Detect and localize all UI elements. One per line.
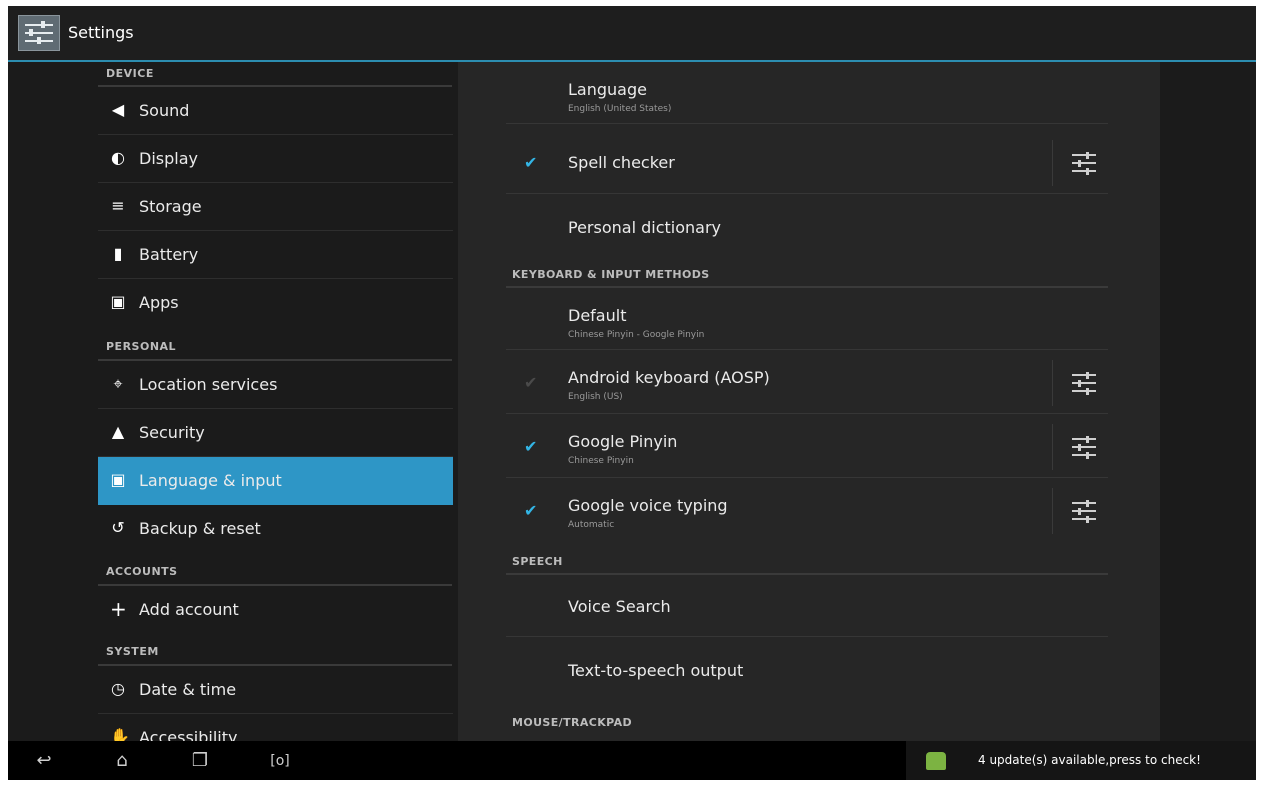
- home-icon[interactable]: ⌂: [104, 749, 140, 773]
- check-icon[interactable]: ✔: [524, 502, 542, 520]
- settings-tune-icon[interactable]: [1072, 152, 1096, 175]
- keyboard-input-methods-header: KEYBOARD & INPUT METHODS: [512, 268, 710, 281]
- sidebar-item-label: Add account: [139, 600, 239, 619]
- sidebar-item-label: Backup & reset: [139, 519, 261, 538]
- row-title: Google Pinyin: [568, 432, 678, 451]
- sidebar-item-storage[interactable]: ≡ Storage: [98, 183, 453, 231]
- row-divider: [506, 477, 1108, 478]
- row-title: Spell checker: [568, 153, 675, 172]
- location-icon: ⌖: [113, 374, 123, 393]
- language-icon: ▣: [110, 470, 126, 489]
- apps-icon: ▣: [110, 292, 126, 311]
- sidebar-item-language-input[interactable]: ▣ Language & input: [98, 457, 453, 505]
- check-icon[interactable]: ✔: [524, 154, 542, 172]
- check-icon: ✔: [524, 373, 538, 392]
- sidebar-item-location[interactable]: ⌖ Location services: [98, 361, 453, 409]
- row-summary: Chinese Pinyin - Google Pinyin: [568, 330, 705, 340]
- row-summary: English (United States): [568, 104, 672, 114]
- battery-icon: ▮: [113, 244, 123, 263]
- row-title: Google voice typing: [568, 496, 728, 515]
- sidebar-item-label: Display: [139, 149, 198, 168]
- row-divider: [506, 193, 1108, 194]
- row-summary: English (US): [568, 392, 623, 402]
- check-icon[interactable]: ✔: [524, 438, 542, 456]
- sidebar-item-date-time[interactable]: ◷ Date & time: [98, 666, 453, 714]
- row-title: Default: [568, 306, 627, 325]
- sidebar-item-label: Battery: [139, 245, 199, 264]
- settings-tune-icon[interactable]: [1072, 372, 1096, 395]
- action-bar-title: Settings: [68, 23, 134, 42]
- update-app-icon: [926, 752, 946, 770]
- spell-checker-row[interactable]: ✔ Spell checker: [506, 132, 1108, 194]
- language-row[interactable]: Language English (United States): [506, 62, 1108, 124]
- system-nav-bar: ↩ ⌂ ❐ [o] 4 update(s) available,press to…: [8, 741, 1256, 780]
- category-personal: PERSONAL: [106, 340, 177, 353]
- google-pinyin-row[interactable]: ✔ Google Pinyin Chinese Pinyin: [506, 416, 1108, 478]
- category-device: DEVICE: [106, 67, 154, 80]
- personal-dictionary-row[interactable]: Personal dictionary: [506, 196, 1108, 258]
- row-title: Language: [568, 80, 647, 99]
- update-notification[interactable]: 4 update(s) available,press to check!: [906, 741, 1256, 780]
- sidebar-item-label: Date & time: [139, 680, 237, 699]
- backup-icon: ↺: [111, 518, 125, 537]
- brightness-icon: ◐: [111, 148, 125, 167]
- sidebar-item-sound[interactable]: ◀ Sound: [98, 87, 453, 135]
- row-title: Voice Search: [568, 597, 671, 616]
- row-title: Personal dictionary: [568, 218, 721, 237]
- default-keyboard-row[interactable]: Default Chinese Pinyin - Google Pinyin: [506, 288, 1108, 350]
- row-separator: [1052, 360, 1053, 406]
- sidebar-item-label: Security: [139, 423, 205, 442]
- row-divider: [506, 636, 1108, 637]
- row-summary: Automatic: [568, 520, 615, 530]
- storage-icon: ≡: [111, 196, 125, 215]
- sidebar-item-label: Sound: [139, 101, 190, 120]
- speech-header: SPEECH: [512, 555, 563, 568]
- plus-icon: +: [110, 597, 127, 621]
- screenshot-icon[interactable]: [o]: [262, 749, 298, 773]
- back-icon[interactable]: ↩: [26, 749, 62, 773]
- sidebar-item-security[interactable]: ▲ Security: [98, 409, 453, 457]
- sidebar-item-display[interactable]: ◐ Display: [98, 135, 453, 183]
- lock-icon: ▲: [111, 422, 125, 441]
- row-title: Android keyboard (AOSP): [568, 368, 770, 387]
- settings-headers-pane: DEVICE ◀ Sound ◐ Display ≡ Storage ▮ Bat…: [98, 62, 455, 747]
- settings-app-icon[interactable]: [18, 15, 60, 51]
- row-summary: Chinese Pinyin: [568, 456, 634, 466]
- sidebar-item-add-account[interactable]: + Add account: [98, 586, 453, 634]
- category-system: SYSTEM: [106, 645, 159, 658]
- row-separator: [1052, 488, 1053, 534]
- action-bar: Settings: [8, 6, 1256, 62]
- sidebar-item-label: Location services: [139, 375, 278, 394]
- row-separator: [1052, 424, 1053, 470]
- google-voice-typing-row[interactable]: ✔ Google voice typing Automatic: [506, 480, 1108, 542]
- clock-icon: ◷: [111, 679, 125, 698]
- android-screen: Settings DEVICE ◀ Sound ◐ Display ≡ Stor…: [8, 6, 1256, 780]
- voice-search-row[interactable]: Voice Search: [506, 575, 1108, 637]
- row-title: Text-to-speech output: [568, 661, 744, 680]
- settings-tune-icon[interactable]: [1072, 436, 1096, 459]
- sidebar-item-apps[interactable]: ▣ Apps: [98, 279, 453, 327]
- sidebar-item-label: Apps: [139, 293, 179, 312]
- notification-text: 4 update(s) available,press to check!: [978, 753, 1201, 767]
- row-divider: [506, 413, 1108, 414]
- sidebar-item-label: Language & input: [139, 471, 282, 490]
- sidebar-item-label: Storage: [139, 197, 202, 216]
- sidebar-item-backup-reset[interactable]: ↺ Backup & reset: [98, 505, 453, 553]
- recents-icon[interactable]: ❐: [182, 749, 218, 773]
- settings-tune-icon[interactable]: [1072, 500, 1096, 523]
- mouse-trackpad-header: MOUSE/TRACKPAD: [512, 716, 633, 729]
- category-accounts: ACCOUNTS: [106, 565, 178, 578]
- row-separator: [1052, 140, 1053, 186]
- text-to-speech-row[interactable]: Text-to-speech output: [506, 639, 1108, 701]
- sidebar-item-battery[interactable]: ▮ Battery: [98, 231, 453, 279]
- android-keyboard-row[interactable]: ✔ Android keyboard (AOSP) English (US): [506, 352, 1108, 414]
- speaker-icon: ◀: [111, 100, 125, 119]
- row-divider: [506, 349, 1108, 350]
- row-divider: [506, 123, 1108, 124]
- language-input-pane: Language English (United States) ✔ Spell…: [458, 62, 1160, 742]
